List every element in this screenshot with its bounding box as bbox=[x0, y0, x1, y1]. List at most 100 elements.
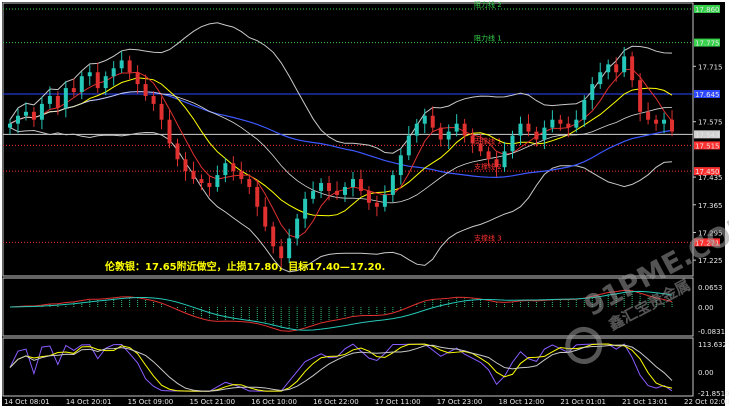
candle-body-35 bbox=[287, 238, 292, 259]
candle-body-49 bbox=[398, 155, 403, 176]
macd-tick-0: 0.0653 bbox=[698, 284, 723, 292]
candle-body-28 bbox=[231, 163, 236, 172]
candle-body-65 bbox=[526, 123, 531, 132]
candle-body-6 bbox=[55, 95, 60, 108]
candle-body-68 bbox=[550, 119, 555, 128]
time-label-7: 17 Oct 23:00 bbox=[437, 398, 483, 406]
time-label-5: 16 Oct 22:00 bbox=[313, 398, 359, 406]
candle-body-56 bbox=[454, 123, 459, 132]
candle-body-18 bbox=[151, 95, 156, 104]
candle-body-57 bbox=[462, 123, 467, 136]
candle-body-79 bbox=[638, 80, 643, 112]
level-tag-text-3: 17.543 bbox=[695, 131, 720, 139]
candle-body-13 bbox=[111, 68, 116, 77]
candle-body-22 bbox=[183, 159, 188, 172]
candle-body-76 bbox=[614, 64, 619, 73]
candle-body-20 bbox=[167, 119, 172, 144]
candle-body-3 bbox=[31, 111, 36, 120]
candle-body-37 bbox=[303, 198, 308, 219]
candle-body-14 bbox=[119, 60, 124, 69]
candle-body-5 bbox=[47, 95, 52, 104]
trade-annotation: 伦敦银：17.65附近做空，止损17.80，目标17.40—17.20. bbox=[105, 260, 385, 273]
candle-body-7 bbox=[63, 88, 68, 108]
candle-body-45 bbox=[366, 190, 371, 203]
candle-body-77 bbox=[622, 56, 627, 73]
candle-body-33 bbox=[271, 226, 276, 247]
osc-tick-1: 0.00 bbox=[698, 369, 714, 377]
candle-body-32 bbox=[263, 206, 268, 227]
time-label-1: 14 Oct 20:01 bbox=[66, 398, 112, 406]
candle-body-64 bbox=[518, 123, 523, 136]
candle-body-19 bbox=[159, 103, 164, 120]
candle-body-41 bbox=[335, 190, 340, 195]
candle-body-36 bbox=[295, 218, 300, 239]
candle-body-9 bbox=[79, 76, 84, 93]
time-label-2: 15 Oct 09:00 bbox=[128, 398, 174, 406]
candle-body-52 bbox=[422, 115, 427, 124]
candle-body-48 bbox=[390, 175, 395, 195]
candle-body-38 bbox=[311, 190, 316, 199]
candle-body-82 bbox=[662, 119, 667, 124]
candle-body-26 bbox=[215, 175, 220, 187]
price-tick-2: 17.435 bbox=[698, 174, 723, 182]
candle-body-63 bbox=[510, 135, 515, 152]
chart-frame: 阻力线 2 17.860 阻力线 1 17.775 17.645 17.543 支撑线 1 1… bbox=[0, 0, 729, 410]
level-tag-text-1: 17.775 bbox=[695, 40, 720, 48]
candle-body-50 bbox=[406, 135, 411, 156]
macd-tick-2: -0.0831 bbox=[698, 328, 725, 336]
candle-body-69 bbox=[558, 119, 563, 124]
candle-body-78 bbox=[630, 56, 635, 81]
candle-body-51 bbox=[414, 123, 419, 136]
candle-body-73 bbox=[590, 84, 595, 100]
candle-body-66 bbox=[534, 131, 539, 140]
candle-body-44 bbox=[358, 179, 363, 191]
candle-body-0 bbox=[8, 123, 12, 128]
candle-body-67 bbox=[542, 127, 547, 140]
candle-body-71 bbox=[574, 119, 579, 128]
candle-body-80 bbox=[646, 111, 651, 120]
level-tag-text-2: 17.645 bbox=[695, 91, 720, 99]
level-tag-text-0: 17.860 bbox=[695, 6, 720, 14]
candle-body-75 bbox=[606, 64, 611, 73]
candle-body-40 bbox=[327, 183, 332, 191]
time-label-11: 22 Oct 02:00 bbox=[684, 398, 729, 406]
candle-body-25 bbox=[207, 183, 212, 187]
candle-body-21 bbox=[175, 143, 180, 160]
candle-body-58 bbox=[470, 135, 475, 144]
candle-body-10 bbox=[87, 72, 92, 77]
macd-tick-1: 0.00 bbox=[698, 304, 714, 312]
candle-body-46 bbox=[374, 202, 379, 207]
candle-body-72 bbox=[582, 99, 587, 120]
candle-body-12 bbox=[103, 76, 108, 89]
level-label-0: 阻力线 2 bbox=[474, 0, 502, 9]
time-label-10: 21 Oct 13:01 bbox=[622, 398, 668, 406]
candle-body-74 bbox=[598, 72, 603, 85]
candle-body-59 bbox=[478, 143, 483, 152]
candle-body-17 bbox=[143, 84, 148, 96]
price-tick-3: 17.365 bbox=[698, 202, 723, 210]
level-tag-text-4: 17.515 bbox=[695, 142, 720, 150]
candle-body-70 bbox=[566, 123, 571, 128]
level-label-4: 支撑线 1 bbox=[474, 136, 502, 145]
level-label-6: 支撑线 3 bbox=[474, 233, 502, 242]
time-label-8: 18 Oct 12:00 bbox=[499, 398, 545, 406]
candle-body-60 bbox=[486, 151, 491, 160]
candle-body-2 bbox=[23, 111, 28, 116]
candle-body-54 bbox=[438, 127, 443, 140]
candle-body-83 bbox=[670, 119, 675, 132]
candle-body-62 bbox=[502, 151, 507, 168]
time-label-4: 16 Oct 10:00 bbox=[251, 398, 297, 406]
candle-body-39 bbox=[319, 183, 324, 191]
candle-body-31 bbox=[255, 186, 260, 207]
candle-body-1 bbox=[15, 115, 20, 124]
candle-body-23 bbox=[191, 171, 196, 180]
candle-body-4 bbox=[39, 103, 44, 120]
time-label-0: 14 Oct 08:01 bbox=[4, 398, 50, 406]
candle-body-61 bbox=[494, 159, 499, 168]
price-tick-0: 17.715 bbox=[698, 63, 723, 71]
time-label-6: 17 Oct 11:00 bbox=[375, 398, 421, 406]
candle-body-81 bbox=[654, 119, 659, 124]
candle-body-47 bbox=[382, 194, 387, 207]
level-label-1: 阻力线 1 bbox=[474, 34, 502, 43]
candle-body-53 bbox=[430, 115, 435, 128]
